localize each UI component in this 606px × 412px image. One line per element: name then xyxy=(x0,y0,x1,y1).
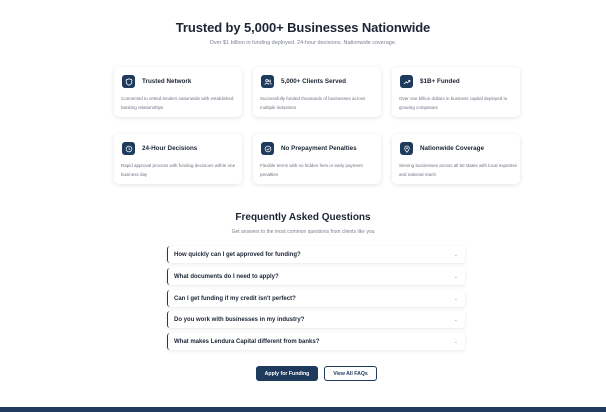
apply-for-funding-button[interactable]: Apply for Funding xyxy=(256,366,318,381)
feature-desc: Flexible terms with no hidden fees or ea… xyxy=(260,163,363,177)
clock-icon xyxy=(122,142,135,155)
faq-question: How quickly can I get approved for fundi… xyxy=(174,251,301,258)
trend-up-icon xyxy=(400,75,413,88)
faq-question: What documents do I need to apply? xyxy=(174,273,279,280)
feature-card-funded: $1B+ Funded Over one billion dollars in … xyxy=(392,67,520,117)
feature-desc: Over one billion dollars in business cap… xyxy=(399,96,508,110)
feature-card-trusted-network: Trusted Network Connected to vetted lend… xyxy=(114,67,242,117)
chevron-down-icon[interactable]: ⌄ xyxy=(454,339,458,345)
chevron-down-icon[interactable]: ⌄ xyxy=(454,317,458,323)
feature-title: 5,000+ Clients Served xyxy=(281,78,346,85)
faq-question: Can I get funding if my credit isn't per… xyxy=(174,295,296,302)
feature-card-24-hour-decisions: 24-Hour Decisions Rapid approval process… xyxy=(114,134,242,184)
feature-desc: Successfully funded thousands of busines… xyxy=(260,96,366,110)
faq-item-approval-time[interactable]: How quickly can I get approved for fundi… xyxy=(167,246,465,263)
feature-title: Trusted Network xyxy=(142,78,192,85)
feature-title: $1B+ Funded xyxy=(420,78,460,85)
feature-card-nationwide-coverage: Nationwide Coverage Serving businesses a… xyxy=(392,134,520,184)
faq-item-credit[interactable]: Can I get funding if my credit isn't per… xyxy=(167,290,465,307)
feature-card-clients-served: 5,000+ Clients Served Successfully funde… xyxy=(253,67,381,117)
footer-bar xyxy=(0,407,606,412)
chevron-down-icon[interactable]: ⌄ xyxy=(454,274,458,280)
view-all-faqs-button[interactable]: View All FAQs xyxy=(324,366,377,381)
users-icon xyxy=(261,75,274,88)
chevron-down-icon[interactable]: ⌄ xyxy=(454,296,458,302)
feature-desc: Serving businesses across all 50 states … xyxy=(399,163,518,177)
chevron-down-icon[interactable]: ⌄ xyxy=(454,252,458,258)
location-pin-icon xyxy=(400,142,413,155)
hero-subtitle: Over $1 billion in funding deployed. 24-… xyxy=(209,40,397,46)
shield-icon xyxy=(122,75,135,88)
faq-item-industry[interactable]: Do you work with businesses in my indust… xyxy=(167,311,465,328)
faq-subtitle: Get answers to the most common questions… xyxy=(231,229,375,235)
faq-item-different-from-banks[interactable]: What makes Lendura Capital different fro… xyxy=(167,333,465,350)
feature-desc: Connected to vetted lenders nationwide w… xyxy=(121,96,234,110)
faq-question: Do you work with businesses in my indust… xyxy=(174,316,305,323)
feature-card-no-prepayment-penalties: No Prepayment Penalties Flexible terms w… xyxy=(253,134,381,184)
feature-desc: Rapid approval process with funding deci… xyxy=(121,163,236,177)
feature-title: No Prepayment Penalties xyxy=(281,145,357,152)
hero-title: Trusted by 5,000+ Businesses Nationwide xyxy=(175,20,431,35)
faq-question: What makes Lendura Capital different fro… xyxy=(174,338,320,345)
faq-item-documents[interactable]: What documents do I need to apply? ⌄ xyxy=(167,268,465,285)
feature-title: Nationwide Coverage xyxy=(420,145,485,152)
check-circle-icon xyxy=(261,142,274,155)
feature-title: 24-Hour Decisions xyxy=(142,145,198,152)
faq-title: Frequently Asked Questions xyxy=(235,212,371,223)
